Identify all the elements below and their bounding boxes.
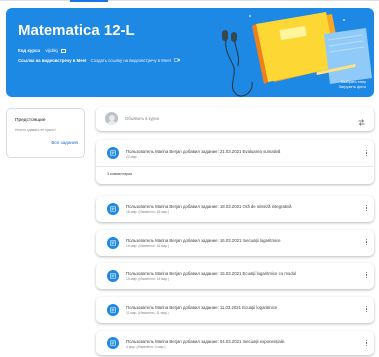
stream-item-title[interactable]: Пользователь Marina Berjan добавил задан…	[126, 271, 296, 276]
copy-icon[interactable]	[60, 48, 66, 53]
avatar	[105, 112, 118, 125]
stream-item[interactable]: Пользователь Marina Berjan добавил задан…	[96, 263, 374, 289]
video-camera-icon[interactable]	[173, 58, 180, 63]
stream-item-date: 11 мар. (Изменено: 11 мар.)	[126, 311, 169, 315]
stream-item-date: 18 мар. (Изменено: 18 мар.)	[126, 210, 170, 214]
meet-link-label: Ссылка на видеовстречу в Meet	[18, 58, 87, 63]
stream-item-date: 15 мар. (Изменено: 15 мар.)	[126, 277, 170, 281]
more-vert-icon[interactable]	[365, 340, 368, 347]
upcoming-card: Предстоящие Ничего сдавать не нужно! Все…	[6, 108, 85, 158]
stream-item[interactable]: Пользователь Marina Berjan добавил задан…	[96, 297, 374, 323]
more-vert-icon[interactable]	[365, 306, 368, 313]
stream-item[interactable]: Пользователь Marina Berjan добавил задан…	[96, 331, 374, 355]
comments-link[interactable]: 3 комментария	[107, 172, 132, 176]
announce-box[interactable]: Объявить в курсе	[96, 107, 374, 131]
course-code-label: Код курса	[18, 48, 41, 53]
upcoming-title: Предстоящие	[15, 118, 46, 123]
stream-item[interactable]: Пользователь Marina Berjan добавил задан…	[96, 196, 374, 222]
create-meet-link[interactable]: Создать ссылку на видеовстречу в Meet	[91, 58, 171, 63]
view-all-assignments-link[interactable]: Все задания	[51, 140, 78, 145]
repost-icon[interactable]	[357, 114, 366, 132]
stream-item[interactable]: Пользователь Marina Berjan добавил задан…	[96, 230, 374, 256]
stream-item-title[interactable]: Пользователь Marina Berjan добавил задан…	[126, 204, 292, 209]
banner-theme-controls[interactable]: Выбрать тему Загрузить фото	[339, 80, 366, 90]
course-title: Matematica 12-L	[18, 22, 135, 39]
assignment-icon	[107, 203, 119, 215]
divider	[96, 166, 374, 167]
assignment-icon	[107, 304, 119, 316]
top-divider	[0, 0, 379, 1]
course-code-row: Код курса vijcbkj	[18, 48, 66, 53]
course-code-value[interactable]: vijcbkj	[45, 48, 57, 53]
assignment-icon	[107, 270, 119, 282]
stream-item-date: 22 мар.	[126, 155, 138, 159]
assignment-icon	[107, 237, 119, 249]
stream-item-title[interactable]: Пользователь Marina Berjan добавил задан…	[126, 305, 277, 310]
stream-item-title[interactable]: Пользователь Marina Berjan добавил задан…	[126, 339, 285, 344]
more-vert-icon[interactable]	[365, 239, 368, 246]
stream-item[interactable]: Пользователь Marina Berjan добавил задан…	[96, 140, 374, 184]
more-vert-icon[interactable]	[365, 272, 368, 279]
stream-item-title[interactable]: Пользователь Marina Berjan добавил задан…	[126, 238, 281, 243]
stream-item-title[interactable]: Пользователь Marina Berjan добавил задан…	[126, 149, 280, 154]
more-vert-icon[interactable]	[365, 205, 368, 212]
upload-photo-link[interactable]: Загрузить фото	[339, 85, 366, 90]
stream-item-date: 16 мар. (Изменено: 16 мар.)	[126, 244, 170, 248]
course-banner: Matematica 12-L Код курса vijcbkj Ссылка…	[6, 8, 374, 97]
assignment-icon	[107, 337, 119, 349]
stream-item-date: 4 мар. (Изменено: 4 мар.)	[126, 345, 166, 349]
upcoming-empty-text: Ничего сдавать не нужно!	[15, 128, 56, 132]
assignment-icon	[107, 147, 119, 159]
announce-placeholder[interactable]: Объявить в курсе	[125, 116, 159, 121]
more-vert-icon[interactable]	[365, 150, 368, 157]
active-tab-indicator	[70, 0, 108, 2]
meet-link-row: Ссылка на видеовстречу в Meet Создать сс…	[18, 58, 180, 63]
